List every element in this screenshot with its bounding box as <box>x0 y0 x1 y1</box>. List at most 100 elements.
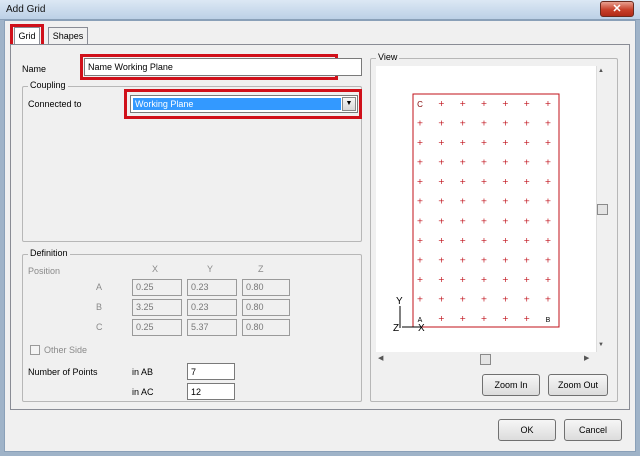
grid-point: + <box>523 99 530 108</box>
grid-point: + <box>459 255 466 264</box>
grid-point: + <box>523 314 530 323</box>
in-ab-label: in AB <box>132 367 154 377</box>
c-z-field[interactable]: 0.80 <box>242 319 290 336</box>
grid-point: + <box>545 275 552 284</box>
scroll-left-icon[interactable]: ◀ <box>378 354 383 362</box>
grid-point: + <box>481 216 488 225</box>
other-side-checkbox[interactable] <box>30 345 40 355</box>
zoom-in-button[interactable]: Zoom In <box>482 374 540 396</box>
grid-point: + <box>459 138 466 147</box>
close-icon: ✕ <box>612 3 622 15</box>
horizontal-scroll-thumb[interactable] <box>480 354 491 365</box>
grid-point: + <box>417 177 424 186</box>
a-x-field[interactable]: 0.25 <box>132 279 182 296</box>
grid-point: + <box>502 255 509 264</box>
grid-point: + <box>438 236 445 245</box>
name-label: Name <box>22 64 47 74</box>
grid-point: + <box>523 294 530 303</box>
window-title: Add Grid <box>6 4 46 15</box>
grid-point: + <box>481 275 488 284</box>
b-y-field[interactable]: 0.23 <box>187 299 237 316</box>
grid-point: + <box>481 99 488 108</box>
b-z-field[interactable]: 0.80 <box>242 299 290 316</box>
grid-point: + <box>417 138 424 147</box>
x-axis-label: X <box>418 323 425 334</box>
grid-point: + <box>481 158 488 167</box>
grid-point: + <box>459 99 466 108</box>
grid-point: + <box>502 197 509 206</box>
scroll-right-icon[interactable]: ▶ <box>584 354 589 362</box>
view-vertical-scrollbar[interactable]: ▲ ▼ <box>596 66 609 352</box>
name-input[interactable]: Name Working Plane <box>84 58 362 76</box>
grid-point: + <box>417 294 424 303</box>
coupling-title: Coupling <box>28 80 68 90</box>
zoom-out-button[interactable]: Zoom Out <box>548 374 608 396</box>
view-horizontal-scrollbar[interactable]: ◀ ▶ <box>376 352 596 366</box>
grid-point: + <box>417 119 424 128</box>
a-z-field[interactable]: 0.80 <box>242 279 290 296</box>
grid-point: + <box>523 119 530 128</box>
a-y-field[interactable]: 0.23 <box>187 279 237 296</box>
col-y-label: Y <box>207 264 214 274</box>
tab-shapes[interactable]: Shapes <box>48 27 88 45</box>
c-y-field[interactable]: 5.37 <box>187 319 237 336</box>
close-button[interactable]: ✕ <box>600 1 634 17</box>
grid-point: + <box>545 294 552 303</box>
connected-select[interactable]: Working Plane ▼ <box>130 95 358 113</box>
grid-point: + <box>417 255 424 264</box>
grid-point: + <box>438 177 445 186</box>
grid-point: + <box>502 275 509 284</box>
scroll-up-icon[interactable]: ▲ <box>598 68 604 74</box>
grid-point: + <box>523 275 530 284</box>
grid-point: + <box>502 314 509 323</box>
grid-point: + <box>545 236 552 245</box>
grid-point: + <box>481 314 488 323</box>
in-ac-label: in AC <box>132 387 154 397</box>
in-ab-input[interactable]: 7 <box>187 363 235 380</box>
grid-canvas: + + + + + + + + + + + + + + + + + + + + + + + + + + + + + + + + + + + + + + + +… <box>393 93 560 334</box>
position-label: Position <box>28 266 61 276</box>
grid-point: + <box>438 314 445 323</box>
grid-point: + <box>545 255 552 264</box>
corner-b-label: B <box>546 317 551 324</box>
col-x-label: X <box>152 264 159 274</box>
other-side-label: Other Side <box>44 345 88 355</box>
grid-point: + <box>523 158 530 167</box>
grid-point: + <box>459 236 466 245</box>
grid-point: + <box>481 236 488 245</box>
b-x-field[interactable]: 3.25 <box>132 299 182 316</box>
scroll-down-icon[interactable]: ▼ <box>598 342 604 348</box>
grid-point: + <box>545 138 552 147</box>
grid-point: + <box>545 119 552 128</box>
corner-c-label: C <box>417 100 423 109</box>
grid-point: + <box>459 275 466 284</box>
grid-point: + <box>459 119 466 128</box>
grid-point: + <box>417 197 424 206</box>
grid-point: + <box>459 177 466 186</box>
grid-point: + <box>545 99 552 108</box>
definition-title: Definition <box>28 248 70 258</box>
grid-point: + <box>459 197 466 206</box>
c-x-field[interactable]: 0.25 <box>132 319 182 336</box>
grid-point: + <box>481 294 488 303</box>
grid-point: + <box>438 119 445 128</box>
grid-point: + <box>545 197 552 206</box>
grid-point: + <box>438 158 445 167</box>
col-z-label: Z <box>258 264 264 274</box>
chevron-down-icon[interactable]: ▼ <box>342 97 356 111</box>
vertical-scroll-thumb[interactable] <box>597 204 608 215</box>
grid-point: + <box>459 158 466 167</box>
grid-point: + <box>502 119 509 128</box>
in-ac-input[interactable]: 12 <box>187 383 235 400</box>
row-a-label: A <box>96 282 103 292</box>
ok-button[interactable]: OK <box>498 419 556 441</box>
grid-preview[interactable]: + + + + + + + + + + + + + + + + + + + + + + + + + + + + + + + + + + + + + + + +… <box>376 66 608 352</box>
grid-point: + <box>502 294 509 303</box>
grid-point: + <box>438 294 445 303</box>
cancel-button[interactable]: Cancel <box>564 419 622 441</box>
grid-point: + <box>417 216 424 225</box>
grid-border <box>412 93 560 328</box>
grid-point: + <box>523 177 530 186</box>
grid-point: + <box>438 216 445 225</box>
grid-point: + <box>481 177 488 186</box>
